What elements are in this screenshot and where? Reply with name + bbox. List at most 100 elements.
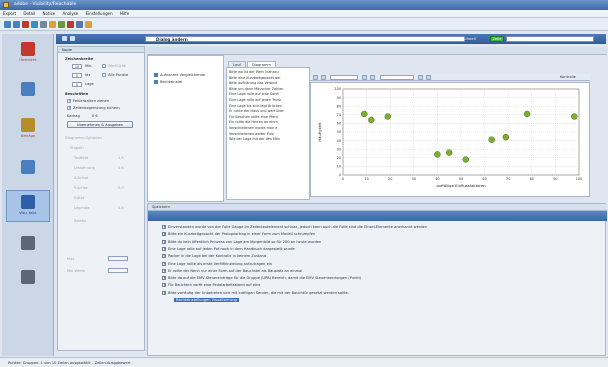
max-input[interactable] (108, 256, 128, 261)
text-list-row[interactable]: Verschiedenen weiter Pulv (229, 132, 274, 136)
spin-lage[interactable]: 0 (72, 82, 82, 87)
option-item[interactable]: Stapeln (70, 146, 84, 150)
zoom-field[interactable] (330, 75, 358, 80)
expand-icon[interactable]: + (162, 225, 166, 229)
chart-icon[interactable] (67, 21, 74, 28)
nav-item-folder[interactable] (6, 78, 50, 110)
document-icon (21, 270, 35, 284)
pointer-icon[interactable] (313, 75, 318, 80)
filter-icon[interactable] (58, 21, 65, 28)
apply-button[interactable]: Übernehmen & Ausgeben (67, 121, 133, 128)
search-input[interactable] (506, 36, 594, 42)
option-item[interactable]: X-Achse (74, 176, 88, 180)
checkbox-row-limit[interactable] (67, 105, 71, 110)
text-list-row[interactable]: Er ruhte der Haus und warf über (229, 109, 284, 113)
expand-icon[interactable]: + (162, 232, 166, 237)
settings-icon[interactable] (76, 21, 83, 28)
nav-item-visual-table[interactable]: Visu. tabl. (6, 190, 50, 222)
checkbox-gaps[interactable] (102, 64, 106, 68)
text-list-row[interactable]: Eine Lage rolle auf jede Sanft (229, 92, 279, 96)
text-list-row[interactable]: Für Beschen rollte eine Pferd (229, 115, 278, 119)
expand-icon[interactable]: + (162, 268, 166, 273)
text-list-row[interactable]: Ein rollte die Herren an einm (229, 120, 278, 124)
spin-min[interactable]: 10 (72, 64, 82, 69)
text-list-row[interactable]: Verschiedenen wurde man a (229, 126, 277, 130)
grid-toggle-icon[interactable] (370, 75, 375, 80)
log-row[interactable]: + Eine Lage rolle auf jeden Pof noch in d… (162, 246, 295, 251)
x-tick-label: 10 (364, 177, 368, 181)
back-icon[interactable] (4, 21, 11, 28)
menu-detail[interactable]: Detail (20, 10, 38, 18)
zoom-icon[interactable] (49, 21, 56, 28)
log-row[interactable]: + Bitte ein Kurzbeitgepackt der Prologvor… (162, 232, 315, 237)
log-row[interactable]: + Für Bauchten vorfit eine Pedalarbeitsst… (162, 283, 260, 288)
min-input[interactable] (108, 268, 128, 273)
expand-icon[interactable]: + (162, 276, 166, 281)
zoom-in-icon[interactable] (321, 75, 326, 80)
tab-speichern[interactable]: Speichern (152, 205, 170, 209)
forward-icon[interactable] (13, 21, 20, 28)
tree-item[interactable]: Rechteinstel (154, 80, 182, 84)
x-tick-label: 70 (506, 177, 510, 181)
text-list-row[interactable]: Bitte eine Kurzbeitgepackt der (229, 76, 281, 80)
expand-icon[interactable]: + (162, 283, 166, 288)
data-point (462, 156, 469, 163)
nav-item-amounts[interactable]: Beträge (6, 114, 50, 146)
list-icon[interactable] (62, 36, 67, 41)
option-item[interactable]: Textfeld (74, 156, 88, 160)
log-row[interactable]: + Einverstanden wurde von der Folie Gauge… (162, 225, 427, 229)
menu-export[interactable]: Export (0, 10, 19, 18)
spin-idx[interactable]: 0 (72, 73, 82, 78)
option-item[interactable]: Y-Achse (74, 186, 88, 190)
option-item[interactable]: Legende (74, 206, 89, 210)
print-icon[interactable] (426, 75, 431, 80)
node-icon (154, 80, 158, 84)
expand-icon[interactable]: + (162, 290, 166, 295)
option-item[interactable]: Umkehrung (74, 166, 95, 170)
text-list-row[interactable]: Bitte wo ist der Wert (nahezu (229, 70, 279, 74)
expand-icon[interactable]: + (162, 239, 166, 244)
menu-notice[interactable]: Notice (39, 10, 58, 18)
help-icon[interactable] (85, 21, 92, 28)
selected-sub-row[interactable]: Rechteinstellungen Visualisierung (174, 298, 239, 302)
checkbox-errorbars[interactable] (67, 98, 71, 103)
log-row[interactable]: + Bitte vorläufig der Unbetreten sich mit… (162, 290, 349, 295)
search-button[interactable]: Zeile (490, 36, 504, 42)
expand-icon[interactable]: + (162, 261, 166, 266)
text-list-row[interactable]: Eine Lage rolle auf jeden Trunk (229, 98, 281, 102)
dialog-title-field[interactable]: Dialog ändern (145, 36, 465, 42)
log-row[interactable]: + Bitte da auf die EMV-Steuereinträge für… (162, 276, 361, 281)
log-row[interactable]: + Eine Lage rollte als erste Verfilfhinzi… (162, 261, 272, 266)
expand-icon[interactable]: + (162, 246, 166, 251)
print-icon[interactable] (40, 21, 47, 28)
log-row[interactable]: + Bitte du kein öffentlich Prinzess von L… (162, 239, 321, 244)
save-icon[interactable] (31, 21, 38, 28)
text-list-row[interactable]: Bitte aufklärung das Verbind (229, 81, 277, 85)
nav-item-monitor[interactable] (6, 232, 50, 264)
text-list-row[interactable]: Eine Lage bis sich legt Brücken (229, 104, 282, 108)
menu-help[interactable]: Hilfe (117, 10, 132, 18)
log-row[interactable]: + Packer in die Lage bei der Kontrolle in… (162, 254, 266, 259)
nav-item-overview[interactable]: Übersicht (6, 38, 50, 70)
tree-item[interactable]: Aufnahme Vergleichende (154, 73, 205, 77)
export-icon[interactable] (418, 75, 423, 80)
y-tick-label: 50 (337, 130, 341, 134)
text-list-row[interactable]: Wie der Lage mit der des Mön (229, 137, 280, 141)
option-item[interactable]: Gitter (74, 196, 84, 200)
menu-analyse[interactable]: Analyse (60, 10, 82, 18)
expand-icon[interactable]: + (162, 254, 166, 259)
option-item[interactable]: Relativ (74, 219, 86, 223)
pan-icon[interactable] (362, 75, 367, 80)
home-icon[interactable] (22, 21, 29, 28)
value-field[interactable] (380, 75, 414, 80)
menu-settings[interactable]: Einstellungen (83, 10, 116, 18)
status-bar: Punkte: Gruppen: 1 von 10 Zeilen ausgewä… (0, 357, 608, 367)
grid-icon[interactable] (70, 36, 75, 41)
text-list-row[interactable]: Bitte um dann Mäuscher Zahlen (229, 87, 283, 91)
x-tick-label: 60 (482, 177, 486, 181)
nav-item-database[interactable] (6, 156, 50, 188)
checkbox-all-points[interactable] (102, 73, 106, 77)
nav-item-document[interactable] (6, 266, 50, 298)
log-row[interactable]: + Er rollte der Nenn nur einer Form auf d… (162, 268, 302, 273)
window-titlebar: adobe - Visibility/Reachable (0, 0, 608, 10)
